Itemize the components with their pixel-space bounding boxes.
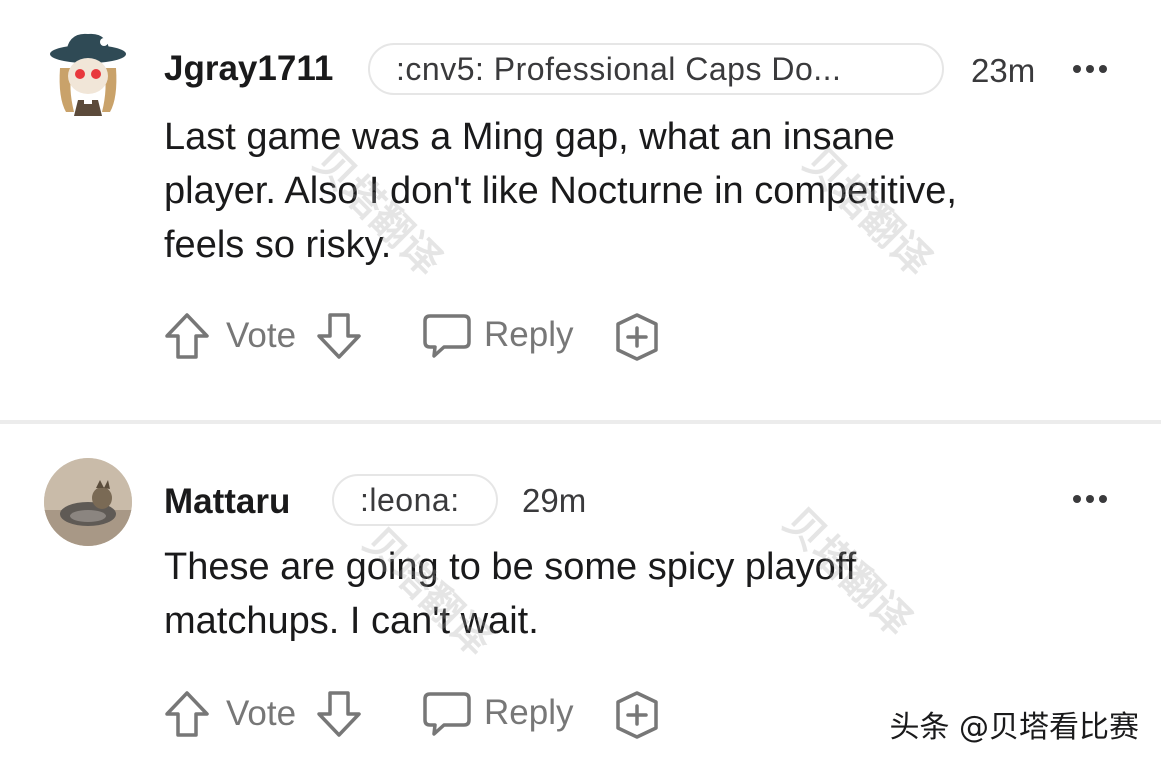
- more-dots-icon[interactable]: [1073, 60, 1113, 73]
- avatar[interactable]: [44, 28, 132, 116]
- award-plus-icon: [616, 313, 658, 361]
- award-button[interactable]: [612, 690, 662, 740]
- award-plus-icon: [616, 691, 658, 739]
- more-dots-icon[interactable]: [1073, 490, 1113, 503]
- timestamp: 29m: [522, 482, 587, 519]
- vote-label: Vote: [226, 316, 297, 355]
- avatar[interactable]: [44, 458, 132, 546]
- arrow-up-outline-icon: [165, 313, 209, 359]
- comment-body: Last game was a Ming gap, what an insane…: [164, 116, 957, 266]
- reply-button[interactable]: [422, 312, 472, 360]
- user-flair: :cnv5: Professional Caps Do...: [368, 43, 944, 95]
- reply-label[interactable]: Reply: [484, 315, 573, 355]
- comment-divider: [0, 420, 1161, 424]
- source-watermark: 头条 @贝塔看比赛: [889, 710, 1139, 745]
- arrow-down-outline-icon: [317, 691, 361, 737]
- downvote-button[interactable]: [316, 690, 362, 738]
- award-button[interactable]: [612, 312, 662, 362]
- upvote-button[interactable]: [164, 312, 210, 360]
- downvote-button[interactable]: [316, 312, 362, 360]
- reply-button[interactable]: [422, 690, 472, 738]
- comment-jgray1711: Jgray1711 :cnv5: Professional Caps Do...…: [0, 0, 1161, 420]
- username[interactable]: Jgray1711: [164, 49, 333, 89]
- comment-body: These are going to be some spicy playoff…: [164, 546, 857, 642]
- speech-bubble-icon: [423, 314, 471, 358]
- arrow-down-outline-icon: [317, 313, 361, 359]
- vote-label: Vote: [226, 694, 297, 733]
- username[interactable]: Mattaru: [164, 482, 290, 522]
- user-flair: :leona:: [332, 474, 498, 526]
- speech-bubble-icon: [423, 692, 471, 736]
- reply-label[interactable]: Reply: [484, 693, 573, 733]
- timestamp: 23m: [971, 52, 1036, 89]
- comment-actions: Vote Reply: [164, 690, 764, 740]
- comment-actions: Vote Reply: [164, 312, 764, 362]
- arrow-up-outline-icon: [165, 691, 209, 737]
- upvote-button[interactable]: [164, 690, 210, 738]
